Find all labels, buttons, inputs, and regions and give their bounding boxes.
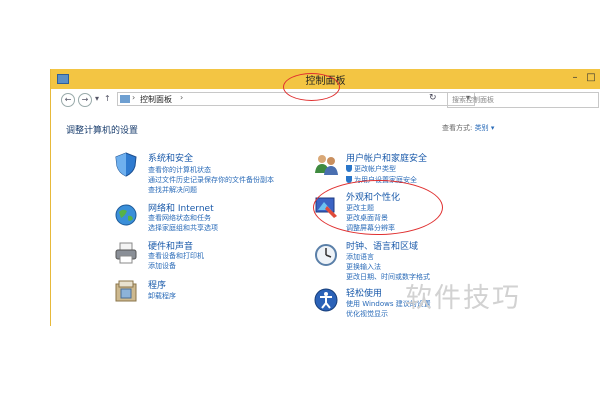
printer-icon[interactable] bbox=[113, 240, 139, 266]
view-by-label: 查看方式: bbox=[442, 124, 473, 132]
path-separator: › bbox=[132, 93, 136, 102]
category-system-security[interactable]: 系统和安全 bbox=[148, 151, 193, 164]
clock-icon[interactable] bbox=[313, 242, 339, 268]
link-add-device[interactable]: 添加设备 bbox=[148, 261, 176, 271]
path-separator: › bbox=[180, 93, 184, 102]
page-title: 调整计算机的设置 bbox=[66, 126, 139, 136]
search-input[interactable]: 搜索控制面板 bbox=[447, 92, 599, 108]
link-view-computer-status[interactable]: 查看你的计算机状态 bbox=[148, 165, 211, 175]
link-change-input-method[interactable]: 更换输入法 bbox=[346, 262, 381, 272]
recent-dropdown-icon[interactable]: ▾ bbox=[95, 94, 99, 103]
category-clock-language-region[interactable]: 时钟、语言和区域 bbox=[346, 239, 418, 252]
annotation-circle-title bbox=[283, 73, 340, 101]
link-network-status[interactable]: 查看网络状态和任务 bbox=[148, 213, 211, 223]
link-uninstall-program[interactable]: 卸载程序 bbox=[148, 291, 176, 301]
annotation-circle-appearance bbox=[313, 180, 443, 235]
category-ease-of-access[interactable]: 轻松使用 bbox=[346, 286, 382, 299]
link-optimize-display[interactable]: 优化视觉显示 bbox=[346, 309, 388, 319]
link-troubleshoot[interactable]: 查找并解决问题 bbox=[148, 185, 197, 195]
watermark: 软件技巧 bbox=[405, 283, 521, 314]
minimize-button[interactable]: – bbox=[568, 71, 582, 85]
control-panel-path-icon bbox=[120, 95, 130, 103]
breadcrumb[interactable]: 控制面板 bbox=[140, 94, 172, 105]
shield-icon[interactable] bbox=[113, 151, 139, 177]
back-button[interactable]: ← bbox=[61, 93, 75, 107]
link-add-language[interactable]: 添加语言 bbox=[346, 252, 374, 262]
refresh-icon[interactable]: ↻ bbox=[429, 93, 437, 103]
view-by-dropdown[interactable]: 类别 ▾ bbox=[475, 124, 495, 132]
ease-of-access-icon[interactable] bbox=[313, 287, 339, 313]
uac-shield-icon bbox=[346, 165, 352, 172]
globe-icon[interactable] bbox=[113, 202, 139, 228]
maximize-button[interactable]: □ bbox=[584, 71, 598, 85]
forward-button[interactable]: → bbox=[78, 93, 92, 107]
view-by: 查看方式: 类别 ▾ bbox=[442, 123, 494, 133]
users-icon[interactable] bbox=[313, 151, 339, 177]
category-user-accounts[interactable]: 用户帐户和家庭安全 bbox=[346, 151, 427, 164]
programs-icon[interactable] bbox=[113, 278, 139, 304]
link-devices-printers[interactable]: 查看设备和打印机 bbox=[148, 251, 204, 261]
link-file-history[interactable]: 通过文件历史记录保存你的文件备份副本 bbox=[148, 175, 274, 185]
category-programs[interactable]: 程序 bbox=[148, 278, 166, 291]
up-button[interactable]: ↑ bbox=[104, 94, 111, 103]
link-homegroup[interactable]: 选择家庭组和共享选项 bbox=[148, 223, 218, 233]
link-change-account-type[interactable]: 更改帐户类型 bbox=[346, 164, 396, 174]
